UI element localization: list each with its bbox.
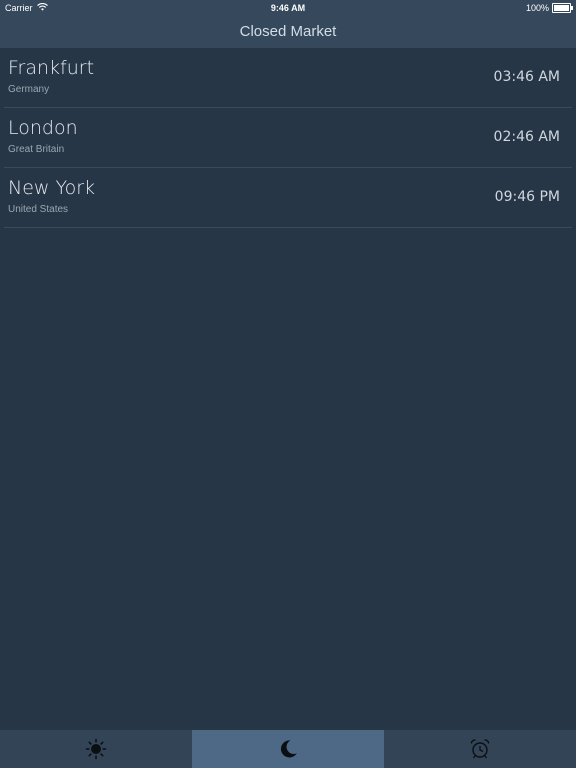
status-bar: Carrier 9:46 AM 100% — [0, 0, 576, 16]
city-name: New York — [8, 177, 96, 199]
status-right: 100% — [525, 3, 573, 13]
market-time: 09:46 PM — [494, 189, 560, 205]
navigation-bar: Closed Market — [0, 16, 576, 48]
country-name: Great Britain — [8, 144, 65, 155]
market-row-new-york[interactable]: New York United States 09:46 PM — [4, 168, 572, 228]
alarm-clock-icon — [469, 738, 491, 760]
battery-icon — [552, 3, 573, 13]
page-title: Closed Market — [239, 23, 337, 40]
tab-alarms[interactable] — [384, 730, 576, 768]
market-list: Frankfurt Germany 03:46 AM London Great … — [0, 48, 576, 228]
tab-closed-market[interactable] — [192, 730, 384, 768]
status-time: 9:46 AM — [270, 3, 306, 13]
country-name: Germany — [8, 84, 50, 95]
city-name: London — [8, 117, 78, 139]
city-name: Frankfurt — [8, 57, 95, 79]
tab-bar — [0, 730, 576, 768]
market-time: 03:46 AM — [493, 69, 560, 85]
moon-icon — [277, 738, 299, 760]
market-row-frankfurt[interactable]: Frankfurt Germany 03:46 AM — [4, 48, 572, 108]
market-time: 02:46 AM — [493, 129, 560, 145]
market-row-london[interactable]: London Great Britain 02:46 AM — [4, 108, 572, 168]
sun-icon — [85, 738, 107, 760]
battery-percentage: 100% — [525, 3, 549, 13]
tab-open-market[interactable] — [0, 730, 192, 768]
country-name: United States — [8, 204, 69, 215]
